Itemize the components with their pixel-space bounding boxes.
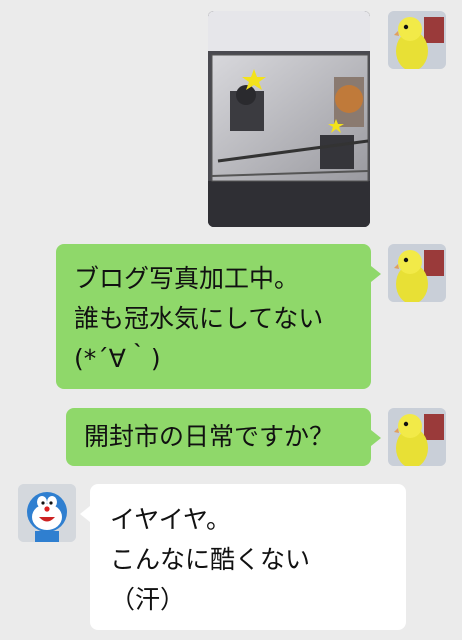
message-text: イヤイヤ。 — [110, 505, 232, 534]
message-bubble-self[interactable]: 開封市の日常ですか？ — [66, 408, 381, 466]
avatar-self[interactable] — [388, 244, 446, 302]
image-message[interactable] — [208, 11, 370, 227]
message-text: （汗） — [110, 585, 186, 614]
avatar-other[interactable] — [18, 484, 76, 542]
message-text: 誰も冠水気にしてない — [74, 304, 324, 333]
parakeet-icon — [388, 408, 446, 466]
message-text: 開封市の日常ですか？ — [84, 422, 335, 451]
message-text: こんなに酷くない — [110, 545, 311, 574]
message-text: (*´∀｀) — [74, 344, 161, 373]
avatar-self[interactable] — [388, 11, 446, 69]
parakeet-icon — [388, 11, 446, 69]
photo-thumbnail — [208, 11, 370, 227]
message-text: ブログ写真加工中。 — [74, 264, 300, 293]
message-bubble-self[interactable]: ブログ写真加工中。 誰も冠水気にしてない (*´∀｀) — [56, 244, 381, 389]
parakeet-icon — [388, 244, 446, 302]
avatar-self[interactable] — [388, 408, 446, 466]
doraemon-icon — [18, 484, 76, 542]
message-bubble-other[interactable]: イヤイヤ。 こんなに酷くない （汗） — [80, 484, 406, 630]
